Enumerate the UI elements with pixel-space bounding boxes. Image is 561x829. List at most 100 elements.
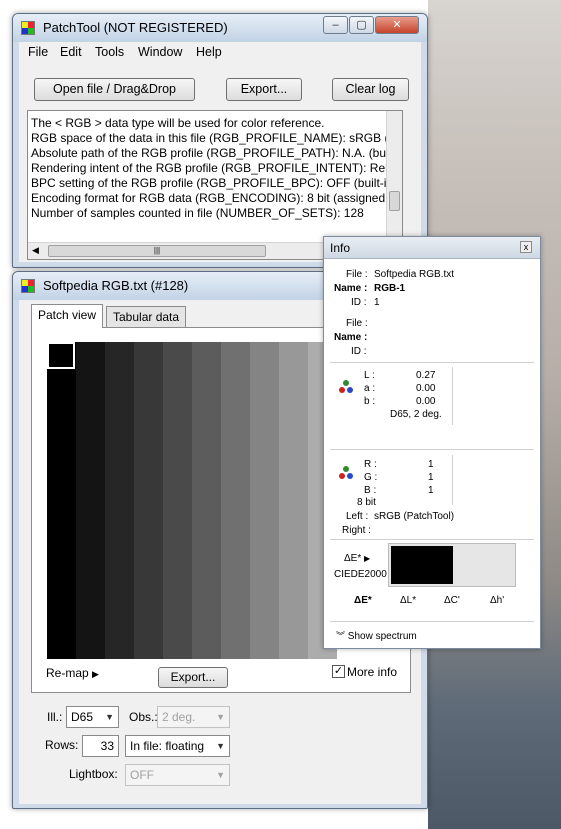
export-button[interactable]: Export... (226, 78, 302, 101)
ill-label: Ill.: (47, 710, 63, 724)
lab-b-value: 0.00 (416, 396, 436, 407)
infile-value: In file: floating (130, 739, 205, 753)
name1-label: Name : (334, 283, 368, 294)
rows-input[interactable]: 33 (82, 735, 119, 757)
tab-patch-view[interactable]: Patch view (31, 304, 104, 328)
rgb-b-value: 1 (428, 485, 434, 496)
patch-column[interactable] (192, 342, 221, 659)
rgb-r-label: R : (364, 459, 377, 470)
patch-column[interactable] (250, 342, 279, 659)
rgb-triangle-icon (339, 466, 353, 479)
dropdown-arrow-icon: ▼ (216, 712, 225, 722)
illuminant-select[interactable]: D65 ▼ (66, 706, 119, 728)
menu-edit[interactable]: Edit (60, 45, 82, 59)
file1-value: Softpedia RGB.txt (374, 269, 455, 280)
main-titlebar[interactable]: PatchTool (NOT REGISTERED) – ▢ ✕ (13, 14, 427, 42)
delta-e-arrow-icon: ▶ (364, 554, 371, 563)
left-profile-label: Left : (346, 511, 369, 522)
log-line: Absolute path of the RGB profile (RGB_PR… (31, 146, 403, 160)
dropdown-arrow-icon: ▼ (105, 712, 114, 722)
app-icon (21, 21, 35, 35)
log-vertical-scrollbar[interactable] (386, 111, 402, 241)
close-icon[interactable]: ✕ (375, 16, 419, 34)
delta-c-stat: ΔC' (444, 595, 460, 606)
patch-column[interactable] (279, 342, 308, 659)
name1-value: RGB-1 (374, 283, 406, 294)
ciede-label: CIEDE2000 (334, 569, 387, 580)
lightbox-select[interactable]: OFF ▼ (125, 764, 230, 786)
patch-column[interactable] (76, 342, 105, 659)
log-line: Rendering intent of the RGB profile (RGB… (31, 161, 403, 175)
patch-export-button[interactable]: Export... (158, 667, 228, 688)
lab-b-label: b : (364, 396, 376, 407)
left-profile-value: sRGB (PatchTool) (374, 511, 455, 522)
app-icon (21, 279, 35, 293)
illuminant-value: D65 (71, 710, 94, 724)
delta-e-control[interactable]: ΔE* ▶ (344, 553, 370, 564)
menu-bar: File Edit Tools Window Help (19, 42, 421, 62)
info-window: Info x File : Softpedia RGB.txt Name : R… (323, 236, 541, 649)
log-line: Encoding format for RGB data (RGB_ENCODI… (31, 191, 403, 205)
name2-label: Name : (334, 332, 368, 343)
lab-a-label: a : (364, 383, 376, 394)
patch-column[interactable] (134, 342, 163, 659)
more-info-checkbox[interactable]: ✓ (332, 665, 345, 678)
info-close-icon[interactable]: x (520, 241, 532, 253)
double-chevron-down-icon: ︾ (336, 631, 346, 641)
right-color-swatch (453, 546, 513, 584)
rows-value: 33 (100, 739, 114, 753)
selected-patch[interactable] (47, 342, 75, 369)
file2-label: File : (346, 318, 368, 329)
lightbox-label: Lightbox: (69, 767, 118, 781)
patch-column[interactable] (47, 342, 76, 659)
obs-label: Obs.: (129, 710, 158, 724)
patch-grid[interactable] (47, 342, 337, 659)
lab-illuminant: D65, 2 deg. (390, 409, 442, 420)
clear-log-button[interactable]: Clear log (332, 78, 409, 101)
menu-window[interactable]: Window (138, 45, 182, 59)
show-spectrum-toggle[interactable]: ︾ Show spectrum (336, 629, 417, 642)
rows-label: Rows: (45, 738, 79, 752)
infile-select[interactable]: In file: floating ▼ (125, 735, 230, 757)
maximize-icon[interactable]: ▢ (349, 16, 374, 34)
hscroll-thumb[interactable]: ||| (48, 245, 266, 257)
info-titlebar[interactable]: Info x (324, 237, 540, 259)
open-file-button[interactable]: Open file / Drag&Drop (34, 78, 195, 101)
minimize-icon[interactable]: – (323, 16, 348, 34)
left-color-swatch (391, 546, 453, 584)
rgb-g-value: 1 (428, 472, 434, 483)
tab-tabular-data[interactable]: Tabular data (106, 306, 187, 328)
log-line: RGB space of the data in this file (RGB_… (31, 131, 403, 145)
lab-l-label: L : (364, 370, 375, 381)
delta-h-stat: Δh' (490, 595, 505, 606)
dropdown-arrow-icon: ▼ (216, 770, 225, 780)
divider (330, 362, 534, 363)
log-line: The < RGB > data type will be used for c… (31, 116, 325, 130)
remap-control[interactable]: Re-map ▶ (46, 666, 99, 680)
id1-value: 1 (374, 297, 380, 308)
delta-l-stat: ΔL* (400, 595, 417, 606)
file1-label: File : (346, 269, 368, 280)
id2-label: ID : (351, 346, 367, 357)
rgb-b-label: B : (364, 485, 377, 496)
menu-file[interactable]: File (28, 45, 48, 59)
lab-triangle-icon (339, 380, 353, 393)
patch-column[interactable] (163, 342, 192, 659)
divider (452, 367, 453, 425)
divider (330, 621, 534, 622)
observer-select[interactable]: 2 deg. ▼ (157, 706, 230, 728)
menu-help[interactable]: Help (196, 45, 222, 59)
rgb-bits: 8 bit (357, 497, 376, 508)
observer-value: 2 deg. (162, 710, 196, 724)
lab-l-value: 0.27 (416, 370, 436, 381)
menu-tools[interactable]: Tools (95, 45, 124, 59)
scroll-left-icon[interactable]: ◀ (32, 245, 39, 256)
window-title: PatchTool (NOT REGISTERED) (43, 20, 228, 35)
patch-column[interactable] (221, 342, 250, 659)
divider (330, 449, 534, 450)
lab-a-value: 0.00 (416, 383, 436, 394)
patch-column[interactable] (105, 342, 134, 659)
scroll-thumb[interactable] (389, 191, 400, 211)
more-info-label: More info (347, 665, 398, 679)
right-profile-label: Right : (342, 525, 371, 536)
